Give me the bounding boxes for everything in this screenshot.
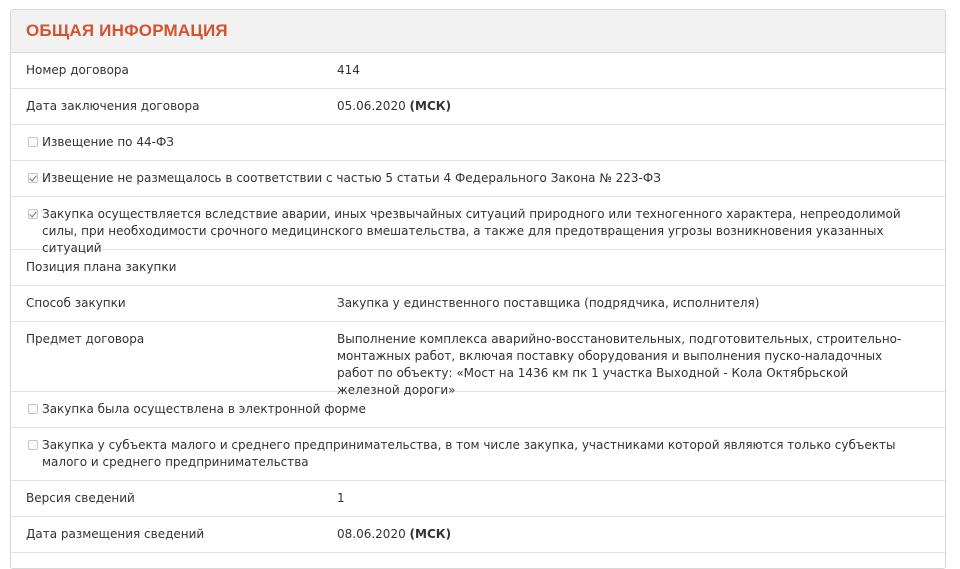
field-label: Номер договора bbox=[26, 63, 129, 77]
field-value: 414 bbox=[337, 63, 360, 77]
checkbox-label: Извещение не размещалось в соответствии … bbox=[42, 171, 661, 185]
field-label: Предмет договора bbox=[26, 332, 145, 346]
checkbox-label: Закупка была осуществлена в электронной … bbox=[42, 402, 366, 416]
row-contract-date: Дата заключения договора 05.06.2020 (МСК… bbox=[11, 89, 945, 125]
sme-purchase-checkbox[interactable] bbox=[28, 440, 38, 450]
date-value: 08.06.2020 bbox=[337, 527, 406, 541]
field-value: Закупка у единственного поставщика (подр… bbox=[337, 296, 760, 310]
field-value: Выполнение комплекса аварийно-восстанови… bbox=[337, 332, 902, 397]
field-label: Дата размещения сведений bbox=[26, 527, 205, 541]
emergency-purchase-checkbox[interactable] bbox=[28, 209, 38, 219]
section-title: ОБЩАЯ ИНФОРМАЦИЯ bbox=[26, 21, 228, 40]
notice-44fz-checkbox[interactable] bbox=[28, 137, 38, 147]
row-purchase-method: Способ закупки Закупка у единственного п… bbox=[11, 286, 945, 322]
general-info-panel: ОБЩАЯ ИНФОРМАЦИЯ Номер договора 414 Дата… bbox=[10, 9, 946, 569]
row-contract-number: Номер договора 414 bbox=[11, 53, 945, 89]
row-sme-purchase: Закупка у субъекта малого и среднего пре… bbox=[11, 428, 945, 481]
row-notice-not-placed: Извещение не размещалось в соответствии … bbox=[11, 161, 945, 197]
electronic-form-checkbox[interactable] bbox=[28, 404, 38, 414]
checkbox-label: Закупка у субъекта малого и среднего пре… bbox=[42, 438, 896, 469]
timezone-label: (МСК) bbox=[409, 527, 452, 541]
row-contract-subject: Предмет договора Выполнение комплекса ав… bbox=[11, 322, 945, 397]
checkbox-label: Извещение по 44-ФЗ bbox=[42, 135, 174, 149]
row-notice-44fz: Извещение по 44-ФЗ bbox=[11, 125, 945, 161]
checkbox-label: Закупка осуществляется вследствие аварии… bbox=[42, 207, 901, 255]
field-label: Способ закупки bbox=[26, 296, 126, 310]
field-value: 08.06.2020 (МСК) bbox=[337, 526, 930, 543]
field-label: Дата заключения договора bbox=[26, 99, 200, 113]
field-value: 1 bbox=[337, 491, 345, 505]
timezone-label: (МСК) bbox=[409, 99, 452, 113]
row-publish-date: Дата размещения сведений 08.06.2020 (МСК… bbox=[11, 517, 945, 553]
date-value: 05.06.2020 bbox=[337, 99, 406, 113]
field-label: Версия сведений bbox=[26, 491, 135, 505]
panel-header: ОБЩАЯ ИНФОРМАЦИЯ bbox=[11, 10, 945, 53]
field-value: 05.06.2020 (МСК) bbox=[337, 98, 930, 115]
field-label: Позиция плана закупки bbox=[26, 260, 177, 274]
row-info-version: Версия сведений 1 bbox=[11, 481, 945, 517]
row-emergency-purchase: Закупка осуществляется вследствие аварии… bbox=[11, 197, 945, 255]
notice-not-placed-checkbox[interactable] bbox=[28, 173, 38, 183]
